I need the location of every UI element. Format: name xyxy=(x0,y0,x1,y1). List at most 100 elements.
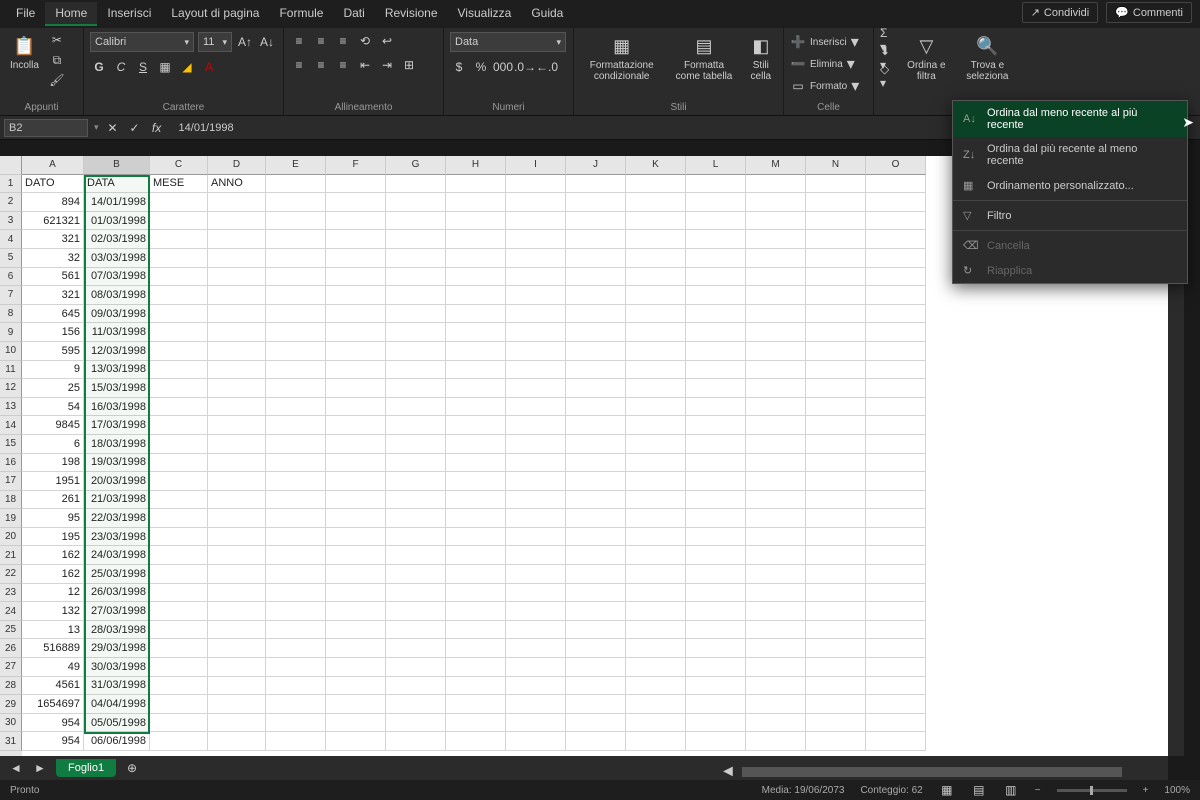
cell[interactable] xyxy=(150,732,208,751)
tab-home[interactable]: Home xyxy=(45,2,97,26)
cell[interactable] xyxy=(626,175,686,194)
cell[interactable] xyxy=(686,435,746,454)
cell[interactable] xyxy=(326,491,386,510)
cell[interactable] xyxy=(150,584,208,603)
cell[interactable]: 27/03/1998 xyxy=(84,602,150,621)
paste-button[interactable]: 📋 Incolla xyxy=(6,32,43,73)
select-all-corner[interactable] xyxy=(0,156,22,175)
cell[interactable] xyxy=(326,398,386,417)
cell[interactable] xyxy=(326,342,386,361)
row-header[interactable]: 1 xyxy=(0,175,22,194)
cell[interactable] xyxy=(506,677,566,696)
orientation-icon[interactable]: ⟲ xyxy=(356,32,374,50)
cell[interactable] xyxy=(686,175,746,194)
cell[interactable] xyxy=(866,472,926,491)
cell[interactable] xyxy=(386,621,446,640)
cell[interactable] xyxy=(866,286,926,305)
cell[interactable] xyxy=(150,305,208,324)
cell[interactable] xyxy=(686,193,746,212)
cell[interactable] xyxy=(806,175,866,194)
format-as-table-button[interactable]: ▤Formatta come tabella xyxy=(669,32,738,84)
cell[interactable] xyxy=(746,509,806,528)
zoom-slider[interactable] xyxy=(1057,789,1127,792)
cell[interactable] xyxy=(150,565,208,584)
cell[interactable]: 08/03/1998 xyxy=(84,286,150,305)
view-normal-icon[interactable]: ▦ xyxy=(939,782,955,798)
cell[interactable] xyxy=(266,454,326,473)
cell[interactable] xyxy=(326,212,386,231)
cell[interactable]: 26/03/1998 xyxy=(84,584,150,603)
cell[interactable] xyxy=(506,509,566,528)
cell[interactable] xyxy=(446,286,506,305)
cell[interactable]: 516889 xyxy=(22,639,84,658)
percent-icon[interactable]: % xyxy=(472,58,490,76)
cell[interactable] xyxy=(626,323,686,342)
cell[interactable] xyxy=(266,658,326,677)
cell[interactable] xyxy=(626,379,686,398)
tab-layout di pagina[interactable]: Layout di pagina xyxy=(161,2,269,26)
tab-revisione[interactable]: Revisione xyxy=(375,2,448,26)
cell[interactable] xyxy=(746,491,806,510)
cell-styles-button[interactable]: ◧Stili cella xyxy=(745,32,777,84)
cell[interactable] xyxy=(566,454,626,473)
cell[interactable] xyxy=(806,472,866,491)
cell[interactable]: 132 xyxy=(22,602,84,621)
cell[interactable]: 24/03/1998 xyxy=(84,546,150,565)
cell[interactable] xyxy=(626,305,686,324)
cell[interactable] xyxy=(806,602,866,621)
cell[interactable] xyxy=(446,398,506,417)
bold-button[interactable]: G xyxy=(90,58,108,76)
cell[interactable] xyxy=(208,361,266,380)
cell[interactable] xyxy=(150,379,208,398)
cell[interactable] xyxy=(566,175,626,194)
cell[interactable] xyxy=(626,602,686,621)
cell[interactable] xyxy=(866,323,926,342)
view-layout-icon[interactable]: ▤ xyxy=(971,782,987,798)
cell[interactable] xyxy=(150,268,208,287)
cell[interactable] xyxy=(566,695,626,714)
row-header[interactable]: 4 xyxy=(0,230,22,249)
cell[interactable] xyxy=(626,621,686,640)
cell[interactable] xyxy=(746,677,806,696)
cell[interactable] xyxy=(208,714,266,733)
cell[interactable] xyxy=(626,342,686,361)
cell[interactable] xyxy=(686,639,746,658)
cell[interactable] xyxy=(626,546,686,565)
cell[interactable] xyxy=(686,732,746,751)
align-center-icon[interactable]: ≡ xyxy=(312,56,330,74)
cell[interactable] xyxy=(446,491,506,510)
cell[interactable]: 9845 xyxy=(22,416,84,435)
tab-file[interactable]: File xyxy=(6,2,45,26)
cell[interactable]: 15/03/1998 xyxy=(84,379,150,398)
cell[interactable] xyxy=(566,212,626,231)
cell[interactable] xyxy=(208,305,266,324)
cell[interactable] xyxy=(150,658,208,677)
cell[interactable] xyxy=(626,732,686,751)
cell[interactable]: 28/03/1998 xyxy=(84,621,150,640)
format-cells-button[interactable]: ▭Formato ▾ xyxy=(790,76,859,96)
cell[interactable]: 03/03/1998 xyxy=(84,249,150,268)
cell[interactable]: 21/03/1998 xyxy=(84,491,150,510)
cell[interactable] xyxy=(506,323,566,342)
cell[interactable] xyxy=(326,454,386,473)
cell[interactable] xyxy=(326,714,386,733)
cell[interactable]: 25 xyxy=(22,379,84,398)
cell[interactable] xyxy=(506,212,566,231)
cell[interactable] xyxy=(386,509,446,528)
align-bottom-icon[interactable]: ≡ xyxy=(334,32,352,50)
cell[interactable] xyxy=(566,602,626,621)
cell[interactable] xyxy=(746,398,806,417)
cell[interactable] xyxy=(506,639,566,658)
merge-icon[interactable]: ⊞ xyxy=(400,56,418,74)
cell[interactable] xyxy=(386,286,446,305)
cell[interactable] xyxy=(686,342,746,361)
sheet-prev-icon[interactable]: ◄ xyxy=(8,760,24,776)
cell[interactable] xyxy=(506,175,566,194)
cell[interactable] xyxy=(866,528,926,547)
cell[interactable] xyxy=(686,416,746,435)
cell[interactable] xyxy=(446,379,506,398)
cell[interactable] xyxy=(326,621,386,640)
cell[interactable] xyxy=(266,342,326,361)
cell[interactable] xyxy=(386,677,446,696)
filter-item[interactable]: ▽Filtro xyxy=(953,203,1187,228)
